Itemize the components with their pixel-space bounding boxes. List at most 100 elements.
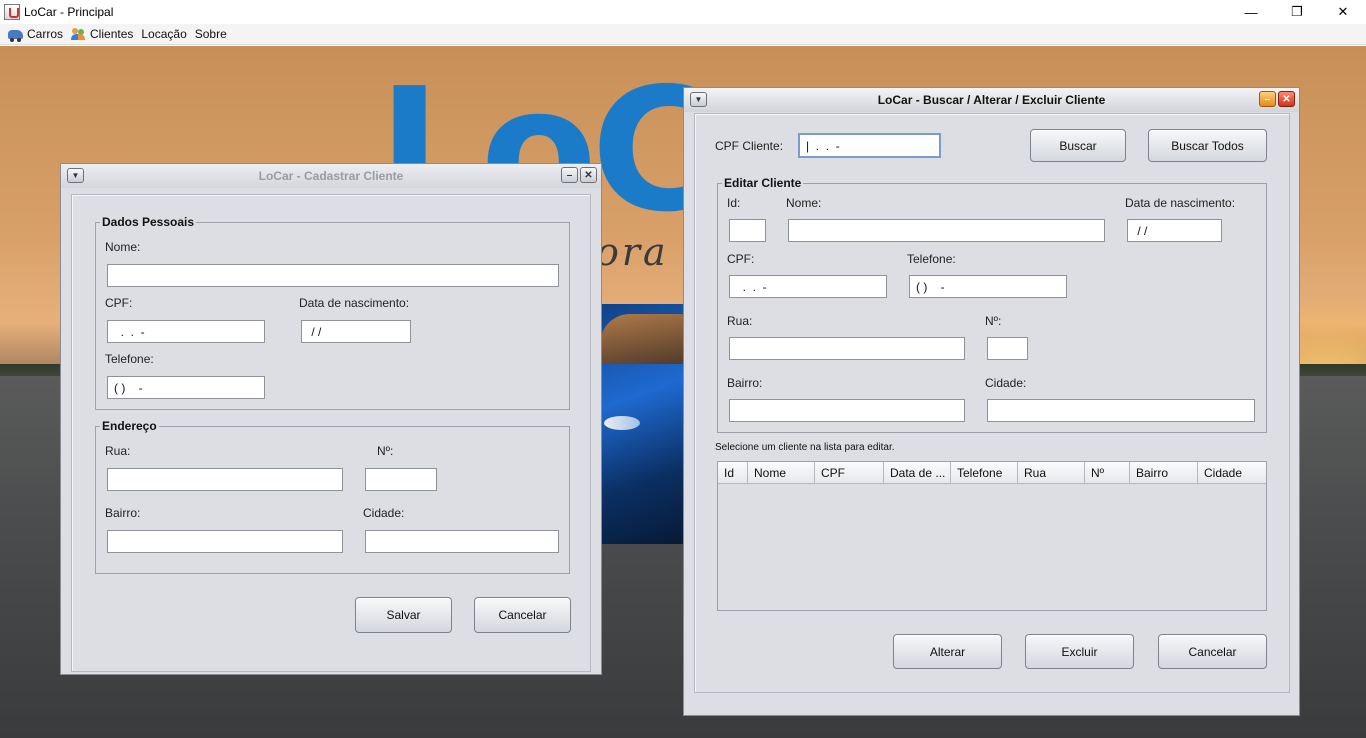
- column-bairro[interactable]: Bairro: [1130, 462, 1198, 484]
- numero-label: Nº:: [377, 444, 394, 458]
- editar-cliente-title: Editar Cliente: [722, 176, 804, 190]
- clientes-table[interactable]: Id Nome CPF Data de ... Telefone Rua Nº …: [717, 461, 1267, 611]
- nascimento-field[interactable]: [301, 320, 411, 343]
- java-app-icon: [4, 4, 20, 20]
- column-telefone[interactable]: Telefone: [951, 462, 1018, 484]
- cpf-field[interactable]: [107, 320, 265, 343]
- buscar-content: CPF Cliente: Buscar Buscar Todos Editar …: [684, 113, 1299, 715]
- edit-nome-field[interactable]: [788, 219, 1105, 242]
- buscar-cliente-window: ▼ LoCar - Buscar / Alterar / Excluir Cli…: [683, 87, 1300, 716]
- telefone-field[interactable]: [107, 376, 265, 399]
- cidade-label: Cidade:: [363, 506, 405, 520]
- menu-clientes[interactable]: Clientes: [71, 27, 133, 41]
- buscar-title: LoCar - Buscar / Alterar / Excluir Clien…: [877, 93, 1106, 107]
- menu-sobre-label: Sobre: [194, 27, 227, 41]
- minimize-icon[interactable]: –: [561, 167, 578, 183]
- menu-carros-label: Carros: [27, 27, 64, 41]
- users-icon: [71, 28, 86, 40]
- rua-label: Rua:: [105, 444, 131, 458]
- edit-bairro-field[interactable]: [729, 399, 965, 422]
- cadastrar-cliente-window: ▼ LoCar - Cadastrar Cliente – ✕ Dados Pe…: [60, 163, 602, 675]
- edit-telefone-label: Telefone:: [907, 252, 956, 266]
- cadastrar-title-buttons: – ✕: [561, 167, 597, 183]
- edit-rua-field[interactable]: [729, 337, 965, 360]
- cidade-field[interactable]: [365, 530, 559, 553]
- main-title-bar: LoCar - Principal — ❐ ✕: [0, 0, 1366, 24]
- buscar-title-bar[interactable]: ▼ LoCar - Buscar / Alterar / Excluir Cli…: [684, 88, 1299, 112]
- nascimento-label: Data de nascimento:: [299, 296, 410, 310]
- nome-field[interactable]: [107, 264, 559, 287]
- system-menu-icon[interactable]: ▼: [67, 168, 84, 183]
- column-id[interactable]: Id: [718, 462, 748, 484]
- column-nome[interactable]: Nome: [748, 462, 815, 484]
- buscar-cancelar-button[interactable]: Cancelar: [1158, 634, 1267, 669]
- menu-bar: Carros Clientes Locação Sobre: [0, 24, 1366, 45]
- buscar-button[interactable]: Buscar: [1030, 129, 1126, 162]
- edit-cidade-label: Cidade:: [985, 376, 1027, 390]
- menu-clientes-label: Clientes: [90, 27, 134, 41]
- close-icon[interactable]: ✕: [1278, 91, 1295, 107]
- menu-locacao-label: Locação: [141, 27, 187, 41]
- edit-nome-label: Nome:: [786, 196, 822, 210]
- endereco-group: Endereço Rua: Nº: Bairro: Cidade:: [95, 419, 570, 574]
- nome-label: Nome:: [105, 240, 141, 254]
- bairro-label: Bairro:: [105, 506, 141, 520]
- window-title: LoCar - Principal: [24, 5, 114, 19]
- column-cpf[interactable]: CPF: [815, 462, 884, 484]
- close-button[interactable]: ✕: [1320, 0, 1366, 24]
- car-windshield: [600, 314, 690, 364]
- table-header: Id Nome CPF Data de ... Telefone Rua Nº …: [718, 462, 1266, 484]
- buscar-panel: CPF Cliente: Buscar Buscar Todos Editar …: [694, 113, 1290, 693]
- id-label: Id:: [727, 196, 741, 210]
- edit-bairro-label: Bairro:: [727, 376, 763, 390]
- car-headlight: [604, 416, 640, 430]
- dados-pessoais-title: Dados Pessoais: [100, 215, 197, 229]
- cadastrar-panel: Dados Pessoais Nome: CPF: Data de nascim…: [71, 194, 591, 672]
- id-field[interactable]: [729, 219, 766, 242]
- menu-carros[interactable]: Carros: [8, 27, 64, 42]
- column-cidade[interactable]: Cidade: [1198, 462, 1266, 484]
- telefone-label: Telefone:: [105, 352, 154, 366]
- logo-tagline: ora: [596, 230, 669, 274]
- editar-cliente-group: Editar Cliente Id: Nome: Data de nascime…: [717, 176, 1267, 433]
- rua-field[interactable]: [107, 468, 343, 491]
- menu-locacao[interactable]: Locação: [141, 27, 186, 41]
- alterar-button[interactable]: Alterar: [893, 634, 1002, 669]
- edit-rua-label: Rua:: [727, 314, 753, 328]
- cpf-cliente-label: CPF Cliente:: [715, 139, 784, 153]
- buscar-todos-button[interactable]: Buscar Todos: [1148, 129, 1267, 162]
- edit-telefone-field[interactable]: [909, 275, 1067, 298]
- close-icon[interactable]: ✕: [580, 167, 597, 183]
- edit-nascimento-label: Data de nascimento:: [1125, 196, 1236, 210]
- maximize-button[interactable]: ❐: [1274, 0, 1320, 24]
- menu-sobre[interactable]: Sobre: [195, 27, 227, 41]
- minimize-button[interactable]: —: [1228, 0, 1274, 24]
- car-icon: [8, 29, 23, 42]
- edit-numero-label: Nº:: [985, 314, 1002, 328]
- window-controls: — ❐ ✕: [1228, 0, 1366, 24]
- edit-cpf-label: CPF:: [727, 252, 755, 266]
- minimize-icon[interactable]: –: [1259, 91, 1276, 107]
- system-menu-icon[interactable]: ▼: [690, 92, 707, 107]
- cancelar-button[interactable]: Cancelar: [474, 597, 571, 633]
- cpf-label: CPF:: [105, 296, 133, 310]
- cadastrar-title-bar[interactable]: ▼ LoCar - Cadastrar Cliente – ✕: [61, 164, 601, 188]
- edit-nascimento-field[interactable]: [1127, 219, 1222, 242]
- salvar-button[interactable]: Salvar: [355, 597, 452, 633]
- edit-cidade-field[interactable]: [987, 399, 1255, 422]
- buscar-title-buttons: – ✕: [1259, 91, 1295, 107]
- bairro-field[interactable]: [107, 530, 343, 553]
- cadastrar-content: Dados Pessoais Nome: CPF: Data de nascim…: [61, 189, 601, 674]
- column-rua[interactable]: Rua: [1018, 462, 1085, 484]
- column-data-nascimento[interactable]: Data de ...: [884, 462, 951, 484]
- cpf-cliente-field[interactable]: [798, 133, 941, 158]
- edit-numero-field[interactable]: [987, 337, 1028, 360]
- dados-pessoais-group: Dados Pessoais Nome: CPF: Data de nascim…: [95, 215, 570, 410]
- column-numero[interactable]: Nº: [1085, 462, 1130, 484]
- edit-cpf-field[interactable]: [729, 275, 887, 298]
- endereco-title: Endereço: [100, 419, 159, 433]
- excluir-button[interactable]: Excluir: [1025, 634, 1134, 669]
- numero-field[interactable]: [365, 468, 437, 491]
- selection-hint: Selecione um cliente na lista para edita…: [715, 442, 895, 453]
- cadastrar-title: LoCar - Cadastrar Cliente: [258, 169, 404, 183]
